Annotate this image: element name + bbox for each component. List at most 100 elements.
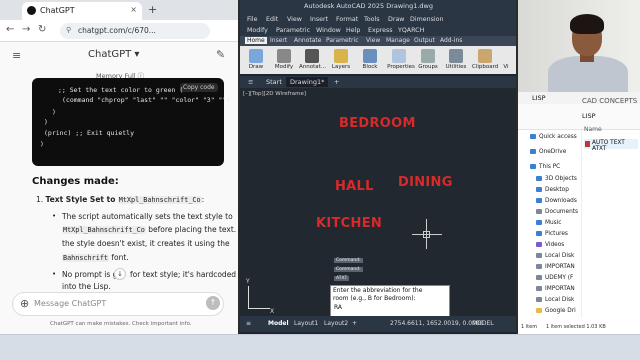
clipboard-button[interactable]: Clipboard <box>472 64 498 70</box>
menu-window[interactable]: Window <box>316 27 341 34</box>
nav-documents[interactable]: Documents <box>536 209 578 215</box>
draw-icon[interactable] <box>249 49 263 63</box>
nav-desktop[interactable]: Desktop <box>536 187 569 193</box>
command-line-input[interactable]: Enter the abbreviation for the room (e.g… <box>330 285 450 317</box>
attach-icon[interactable]: ⊕ <box>20 297 29 310</box>
tab-manage[interactable]: Manage <box>386 37 410 44</box>
nav-downloads[interactable]: Downloads <box>536 198 577 204</box>
tab-insert[interactable]: Insert <box>270 37 287 44</box>
menu-modify[interactable]: Modify <box>247 27 268 34</box>
nav-music[interactable]: Music <box>536 220 562 226</box>
annotation-button[interactable]: Annotat... <box>299 64 326 70</box>
code-line: ) <box>40 140 44 148</box>
menu-format[interactable]: Format <box>336 16 358 23</box>
menu-yqarch[interactable]: YQARCH <box>398 27 424 34</box>
scroll-down-button[interactable]: ↓ <box>114 268 126 280</box>
tab-start[interactable]: Start <box>262 77 286 87</box>
modify-icon[interactable] <box>277 49 291 63</box>
menu-draw[interactable]: Draw <box>388 16 404 23</box>
url-input[interactable]: ⚲ chatgpt.com/c/670... <box>60 23 210 39</box>
tab-model[interactable]: Model <box>268 320 289 327</box>
menu-tools[interactable]: Tools <box>364 16 380 23</box>
sidebar-toggle-icon[interactable]: ≡ <box>12 49 21 62</box>
menu-icon[interactable]: ≡ <box>244 77 257 87</box>
forward-icon[interactable]: → <box>22 24 30 35</box>
tab-chatgpt[interactable]: ChatGPT × <box>22 2 142 20</box>
groups-icon[interactable] <box>421 49 435 63</box>
nav-pictures[interactable]: Pictures <box>536 231 568 237</box>
room-label-hall[interactable]: HALL <box>335 179 374 194</box>
tab-close-icon[interactable]: × <box>130 5 137 14</box>
nav-local-disk-2[interactable]: Local Disk <box>536 297 574 303</box>
new-drawing-tab-button[interactable]: + <box>330 77 343 87</box>
nav-google-drive[interactable]: Google Dri <box>536 308 576 314</box>
nav-3d-objects[interactable]: 3D Objects <box>536 176 577 182</box>
viewport-controls[interactable]: [–][Top][2D Wireframe] <box>243 91 306 97</box>
model-space-toggle[interactable]: MODEL <box>472 320 494 327</box>
desktop-icon <box>536 187 542 192</box>
tab-home[interactable]: Home <box>245 37 267 44</box>
column-header-name[interactable]: Name <box>584 126 602 133</box>
tab-parametric[interactable]: Parametric <box>326 37 359 44</box>
menu-express[interactable]: Express <box>368 27 393 34</box>
groups-button[interactable]: Groups <box>415 64 441 70</box>
utilities-icon[interactable] <box>449 49 463 63</box>
send-button[interactable]: ↑ <box>206 296 220 310</box>
layers-button[interactable]: Layers <box>328 64 354 70</box>
nav-drive-important-2[interactable]: IMPORTAN <box>536 286 575 292</box>
add-layout-button[interactable]: + <box>352 320 357 327</box>
tab-layout2[interactable]: Layout2 <box>324 320 348 327</box>
room-label-bedroom[interactable]: BEDROOM <box>339 116 416 131</box>
room-label-dining[interactable]: DINING <box>398 175 453 190</box>
block-button[interactable]: Block <box>357 64 383 70</box>
properties-icon[interactable] <box>392 49 406 63</box>
menu-insert[interactable]: Insert <box>310 16 328 23</box>
room-label-kitchen[interactable]: KITCHEN <box>316 216 382 231</box>
menu-help[interactable]: Help <box>346 27 360 34</box>
explorer-address-bar[interactable]: LISP <box>582 112 596 120</box>
nav-quick-access[interactable]: Quick access <box>530 134 577 140</box>
new-chat-icon[interactable]: ✎ <box>216 48 225 61</box>
nav-drive-udemy[interactable]: UDEMY (F <box>536 275 573 281</box>
explorer-status-bar: 1 item 1 item selected 1.03 KB <box>518 322 640 332</box>
nav-videos[interactable]: Videos <box>536 242 564 248</box>
view-button[interactable]: Vi <box>498 64 514 70</box>
nav-drive-important[interactable]: IMPORTAN <box>536 264 575 270</box>
tab-drawing1[interactable]: Drawing1* <box>286 77 329 87</box>
nav-this-pc[interactable]: This PC <box>530 164 560 170</box>
layers-icon[interactable] <box>334 49 348 63</box>
command-input-value[interactable]: RA <box>334 304 342 311</box>
menu-file[interactable]: File <box>247 16 258 23</box>
status-menu-icon[interactable]: ≡ <box>246 320 251 327</box>
block-icon[interactable] <box>363 49 377 63</box>
tab-layout1[interactable]: Layout1 <box>294 320 318 327</box>
nav-local-disk[interactable]: Local Disk <box>536 253 574 259</box>
menu-parametric[interactable]: Parametric <box>276 27 310 34</box>
reload-icon[interactable]: ↻ <box>38 24 46 35</box>
file-row[interactable]: AUTO TEXT ATXT <box>584 139 638 152</box>
nav-onedrive[interactable]: OneDrive <box>530 149 566 155</box>
properties-button[interactable]: Properties <box>386 64 416 70</box>
menu-edit[interactable]: Edit <box>266 16 278 23</box>
site-info-icon[interactable]: ⚲ <box>66 26 71 34</box>
tab-addins[interactable]: Add-ins <box>440 37 462 44</box>
back-icon[interactable]: ← <box>6 24 14 35</box>
menu-dimension[interactable]: Dimension <box>410 16 443 23</box>
menu-bar-row2: Modify Parametric Window Help Express YQ… <box>240 25 516 36</box>
model-selector[interactable]: ChatGPT ▾ <box>88 49 139 60</box>
draw-button[interactable]: Draw <box>243 64 269 70</box>
menu-view[interactable]: View <box>287 16 302 23</box>
clipboard-icon[interactable] <box>478 49 492 63</box>
annotation-icon[interactable] <box>305 49 319 63</box>
utilities-button[interactable]: Utilities <box>443 64 469 70</box>
new-tab-button[interactable]: + <box>148 3 157 16</box>
modify-button[interactable]: Modify <box>271 64 297 70</box>
status-bar: ≡ Model Layout1 Layout2 + 2754.6611, 165… <box>240 316 516 332</box>
tab-annotate[interactable]: Annotate <box>294 37 321 44</box>
windows-taskbar <box>0 334 640 360</box>
ucs-y-label: Y <box>246 278 250 285</box>
address-bar: ← → ↻ ⚲ chatgpt.com/c/670... <box>0 20 238 42</box>
tab-output[interactable]: Output <box>414 37 435 44</box>
tab-view[interactable]: View <box>366 37 380 44</box>
copy-code-button[interactable]: Copy code <box>180 83 218 92</box>
